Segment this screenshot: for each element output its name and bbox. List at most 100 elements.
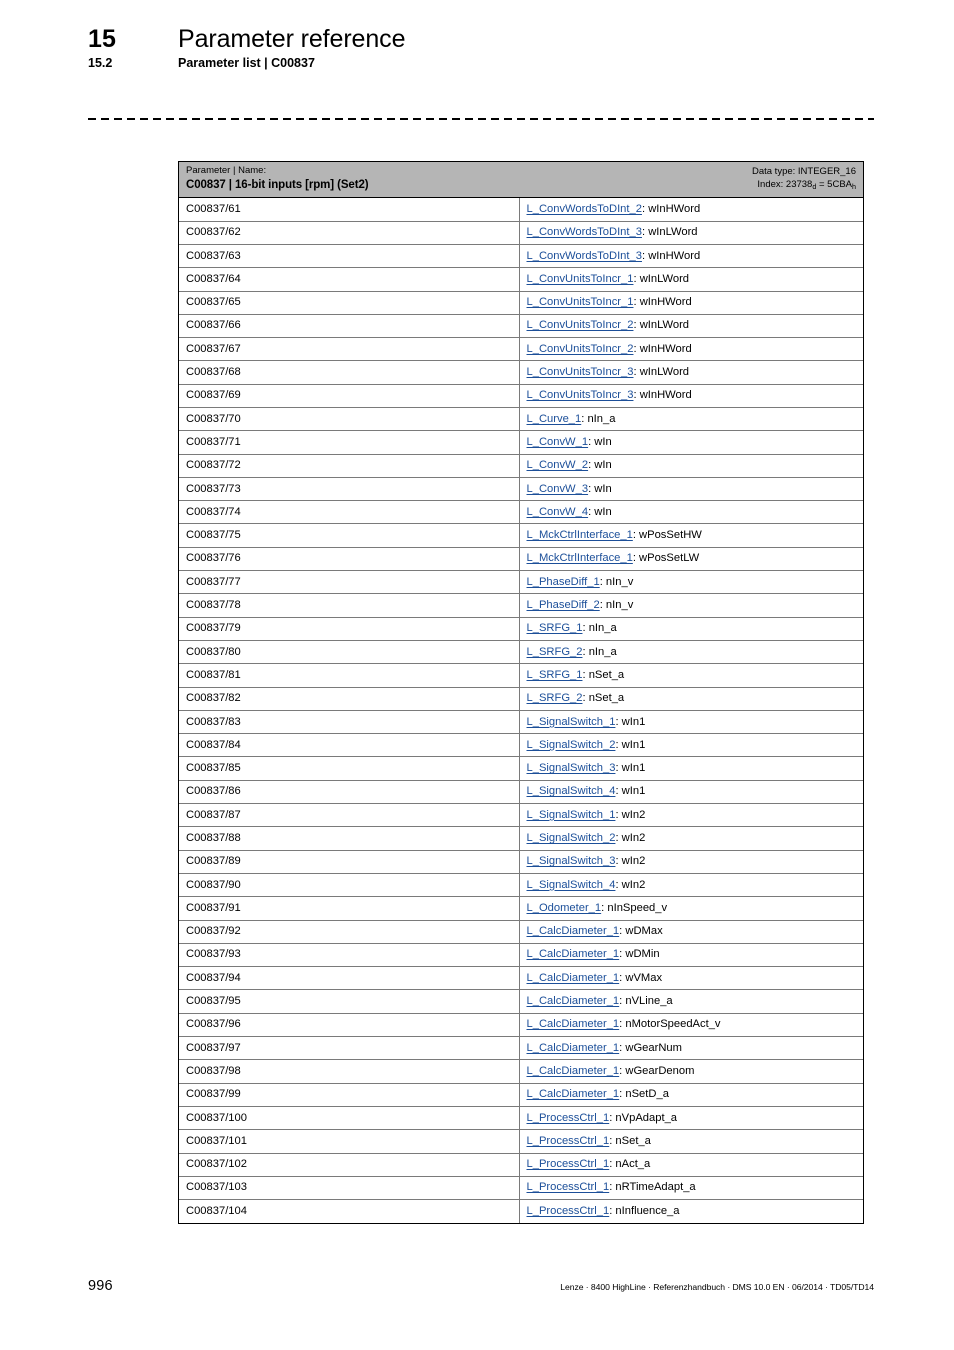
index-prefix: Index: (757, 178, 786, 190)
table-row: C00837/104 L_ProcessCtrl_1: nInfluence_a (179, 1199, 863, 1223)
parameter-name: L_CalcDiameter_1: wDMax (519, 919, 863, 944)
function-block-link[interactable]: L_ConvUnitsToIncr_3 (527, 389, 634, 401)
parameter-code: C00837/91 (179, 896, 520, 921)
function-block-link[interactable]: L_SRFG_1 (527, 669, 583, 681)
table-row: C00837/80 L_SRFG_2: nIn_a (179, 639, 863, 664)
parameter-name: L_CalcDiameter_1: wVMax (519, 966, 863, 990)
function-block-link[interactable]: L_ProcessCtrl_1 (527, 1205, 610, 1217)
function-block-link[interactable]: L_PhaseDiff_1 (527, 576, 600, 588)
function-block-link[interactable]: L_CalcDiameter_1 (527, 1018, 620, 1030)
parameter-name: L_ConvUnitsToIncr_3: wInHWord (519, 383, 863, 408)
function-block-link[interactable]: L_SRFG_1 (527, 622, 583, 634)
function-block-link[interactable]: L_ConvW_2 (527, 459, 589, 471)
port-name: wIn (594, 505, 612, 518)
table-row: C00837/85 L_SignalSwitch_3: wIn1 (179, 756, 863, 781)
parameter-code: C00837/101 (179, 1129, 520, 1153)
parameter-name: L_ConvW_4: wIn (519, 500, 863, 524)
parameter-name: L_CalcDiameter_1: wGearNum (519, 1036, 863, 1060)
port-name: wIn2 (621, 808, 646, 821)
function-block-link[interactable]: L_SignalSwitch_3 (527, 762, 616, 774)
port-name: wGearNum (625, 1041, 682, 1054)
function-block-link[interactable]: L_SignalSwitch_2 (527, 832, 616, 844)
port-name: nInSpeed_v (607, 901, 668, 914)
function-block-link[interactable]: L_ConvW_4 (527, 506, 589, 518)
table-row: C00837/68 L_ConvUnitsToIncr_3: wInLWord (179, 360, 863, 385)
function-block-link[interactable]: L_SRFG_2 (527, 692, 583, 704)
function-block-link[interactable]: L_CalcDiameter_1 (527, 972, 620, 984)
function-block-link[interactable]: L_Curve_1 (527, 413, 582, 425)
function-block-link[interactable]: L_MckCtrlInterface_1 (527, 552, 633, 564)
parameter-code: C00837/70 (179, 406, 520, 431)
function-block-link[interactable]: L_ProcessCtrl_1 (527, 1135, 610, 1147)
parameter-name: L_ProcessCtrl_1: nSet_a (519, 1129, 863, 1153)
port-name: wInHWord (648, 202, 701, 215)
port-name: nVLine_a (625, 995, 673, 1008)
parameter-name: L_SRFG_1: nSet_a (519, 663, 863, 688)
port-name: wInHWord (648, 249, 701, 262)
function-block-link[interactable]: L_CalcDiameter_1 (527, 925, 620, 937)
function-block-link[interactable]: L_ProcessCtrl_1 (527, 1112, 610, 1124)
function-block-link[interactable]: L_ConvUnitsToIncr_1 (527, 273, 634, 285)
function-block-link[interactable]: L_ConvUnitsToIncr_2 (527, 343, 634, 355)
function-block-link[interactable]: L_CalcDiameter_1 (527, 1042, 620, 1054)
table-row: C00837/90 L_SignalSwitch_4: wIn2 (179, 872, 863, 897)
parameter-code: C00837/98 (179, 1059, 520, 1084)
function-block-link[interactable]: L_SignalSwitch_4 (527, 785, 616, 797)
function-block-link[interactable]: L_ConvW_3 (527, 483, 589, 495)
function-block-link[interactable]: L_ConvWordsToDInt_3 (527, 226, 642, 238)
table-row: C00837/81 L_SRFG_1: nSet_a (179, 663, 863, 688)
function-block-link[interactable]: L_SignalSwitch_3 (527, 855, 616, 867)
parameter-code: C00837/68 (179, 360, 520, 385)
parameter-name: L_PhaseDiff_1: nIn_v (519, 570, 863, 594)
table-row: C00837/82 L_SRFG_2: nSet_a (179, 686, 863, 711)
function-block-link[interactable]: L_CalcDiameter_1 (527, 948, 620, 960)
table-row: C00837/86 L_SignalSwitch_4: wIn1 (179, 779, 863, 804)
port-name: nIn_a (588, 622, 617, 635)
function-block-link[interactable]: L_SignalSwitch_1 (527, 809, 616, 821)
table-row: C00837/62 L_ConvWordsToDInt_3: wInLWord (179, 220, 863, 245)
parameter-code: C00837/88 (179, 826, 520, 851)
function-block-link[interactable]: L_ConvW_1 (527, 436, 589, 448)
parameter-code: C00837/64 (179, 267, 520, 292)
table-header-band: Parameter | Name: C00837 | 16-bit inputs… (179, 162, 863, 199)
function-block-link[interactable]: L_MckCtrlInterface_1 (527, 529, 633, 541)
column-header-label: Parameter | Name: (186, 165, 267, 176)
parameter-code: C00837/103 (179, 1175, 520, 1200)
function-block-link[interactable]: L_ConvUnitsToIncr_2 (527, 319, 634, 331)
table-row: C00837/70 L_Curve_1: nIn_a (179, 406, 863, 431)
parameter-code: C00837/80 (179, 639, 520, 664)
function-block-link[interactable]: L_SignalSwitch_1 (527, 716, 616, 728)
function-block-link[interactable]: L_ProcessCtrl_1 (527, 1158, 610, 1170)
parameter-name: L_ConvWordsToDInt_3: wInHWord (519, 243, 863, 268)
parameter-name: L_SignalSwitch_2: wIn1 (519, 733, 863, 757)
function-block-link[interactable]: L_SRFG_2 (527, 646, 583, 658)
function-block-link[interactable]: L_Odometer_1 (527, 902, 602, 914)
parameter-name: L_ProcessCtrl_1: nInfluence_a (519, 1199, 863, 1223)
table-row: C00837/75 L_MckCtrlInterface_1: wPosSetHW (179, 523, 863, 548)
port-name: wInHWord (639, 296, 692, 309)
function-block-link[interactable]: L_ConvUnitsToIncr_3 (527, 366, 634, 378)
parameter-name: L_Odometer_1: nInSpeed_v (519, 896, 863, 921)
parameter-name: L_MckCtrlInterface_1: wPosSetHW (519, 523, 863, 548)
function-block-link[interactable]: L_SignalSwitch_4 (527, 879, 616, 891)
table-row: C00837/89 L_SignalSwitch_3: wIn2 (179, 849, 863, 874)
function-block-link[interactable]: L_CalcDiameter_1 (527, 1088, 620, 1100)
function-block-link[interactable]: L_ConvUnitsToIncr_1 (527, 296, 634, 308)
port-name: nIn_a (588, 645, 617, 658)
function-block-link[interactable]: L_CalcDiameter_1 (527, 995, 620, 1007)
table-row: C00837/67 L_ConvUnitsToIncr_2: wInHWord (179, 337, 863, 361)
port-name: nSetD_a (625, 1088, 669, 1101)
function-block-link[interactable]: L_ProcessCtrl_1 (527, 1181, 610, 1193)
function-block-link[interactable]: L_CalcDiameter_1 (527, 1065, 620, 1077)
function-block-link[interactable]: L_ConvWordsToDInt_3 (527, 250, 642, 262)
parameter-name: L_ConvWordsToDInt_3: wInLWord (519, 220, 863, 245)
parameter-name: L_SignalSwitch_4: wIn1 (519, 779, 863, 804)
table-row: C00837/101 L_ProcessCtrl_1: nSet_a (179, 1129, 863, 1153)
table-row: C00837/91 L_Odometer_1: nInSpeed_v (179, 896, 863, 921)
index-decimal-subscript: d (812, 181, 817, 191)
page-title: Parameter reference (178, 25, 406, 53)
table-header: Parameter | Name: C00837 | 16-bit inputs… (179, 162, 863, 199)
function-block-link[interactable]: L_SignalSwitch_2 (527, 739, 616, 751)
function-block-link[interactable]: L_ConvWordsToDInt_2 (527, 203, 642, 215)
function-block-link[interactable]: L_PhaseDiff_2 (527, 599, 600, 611)
